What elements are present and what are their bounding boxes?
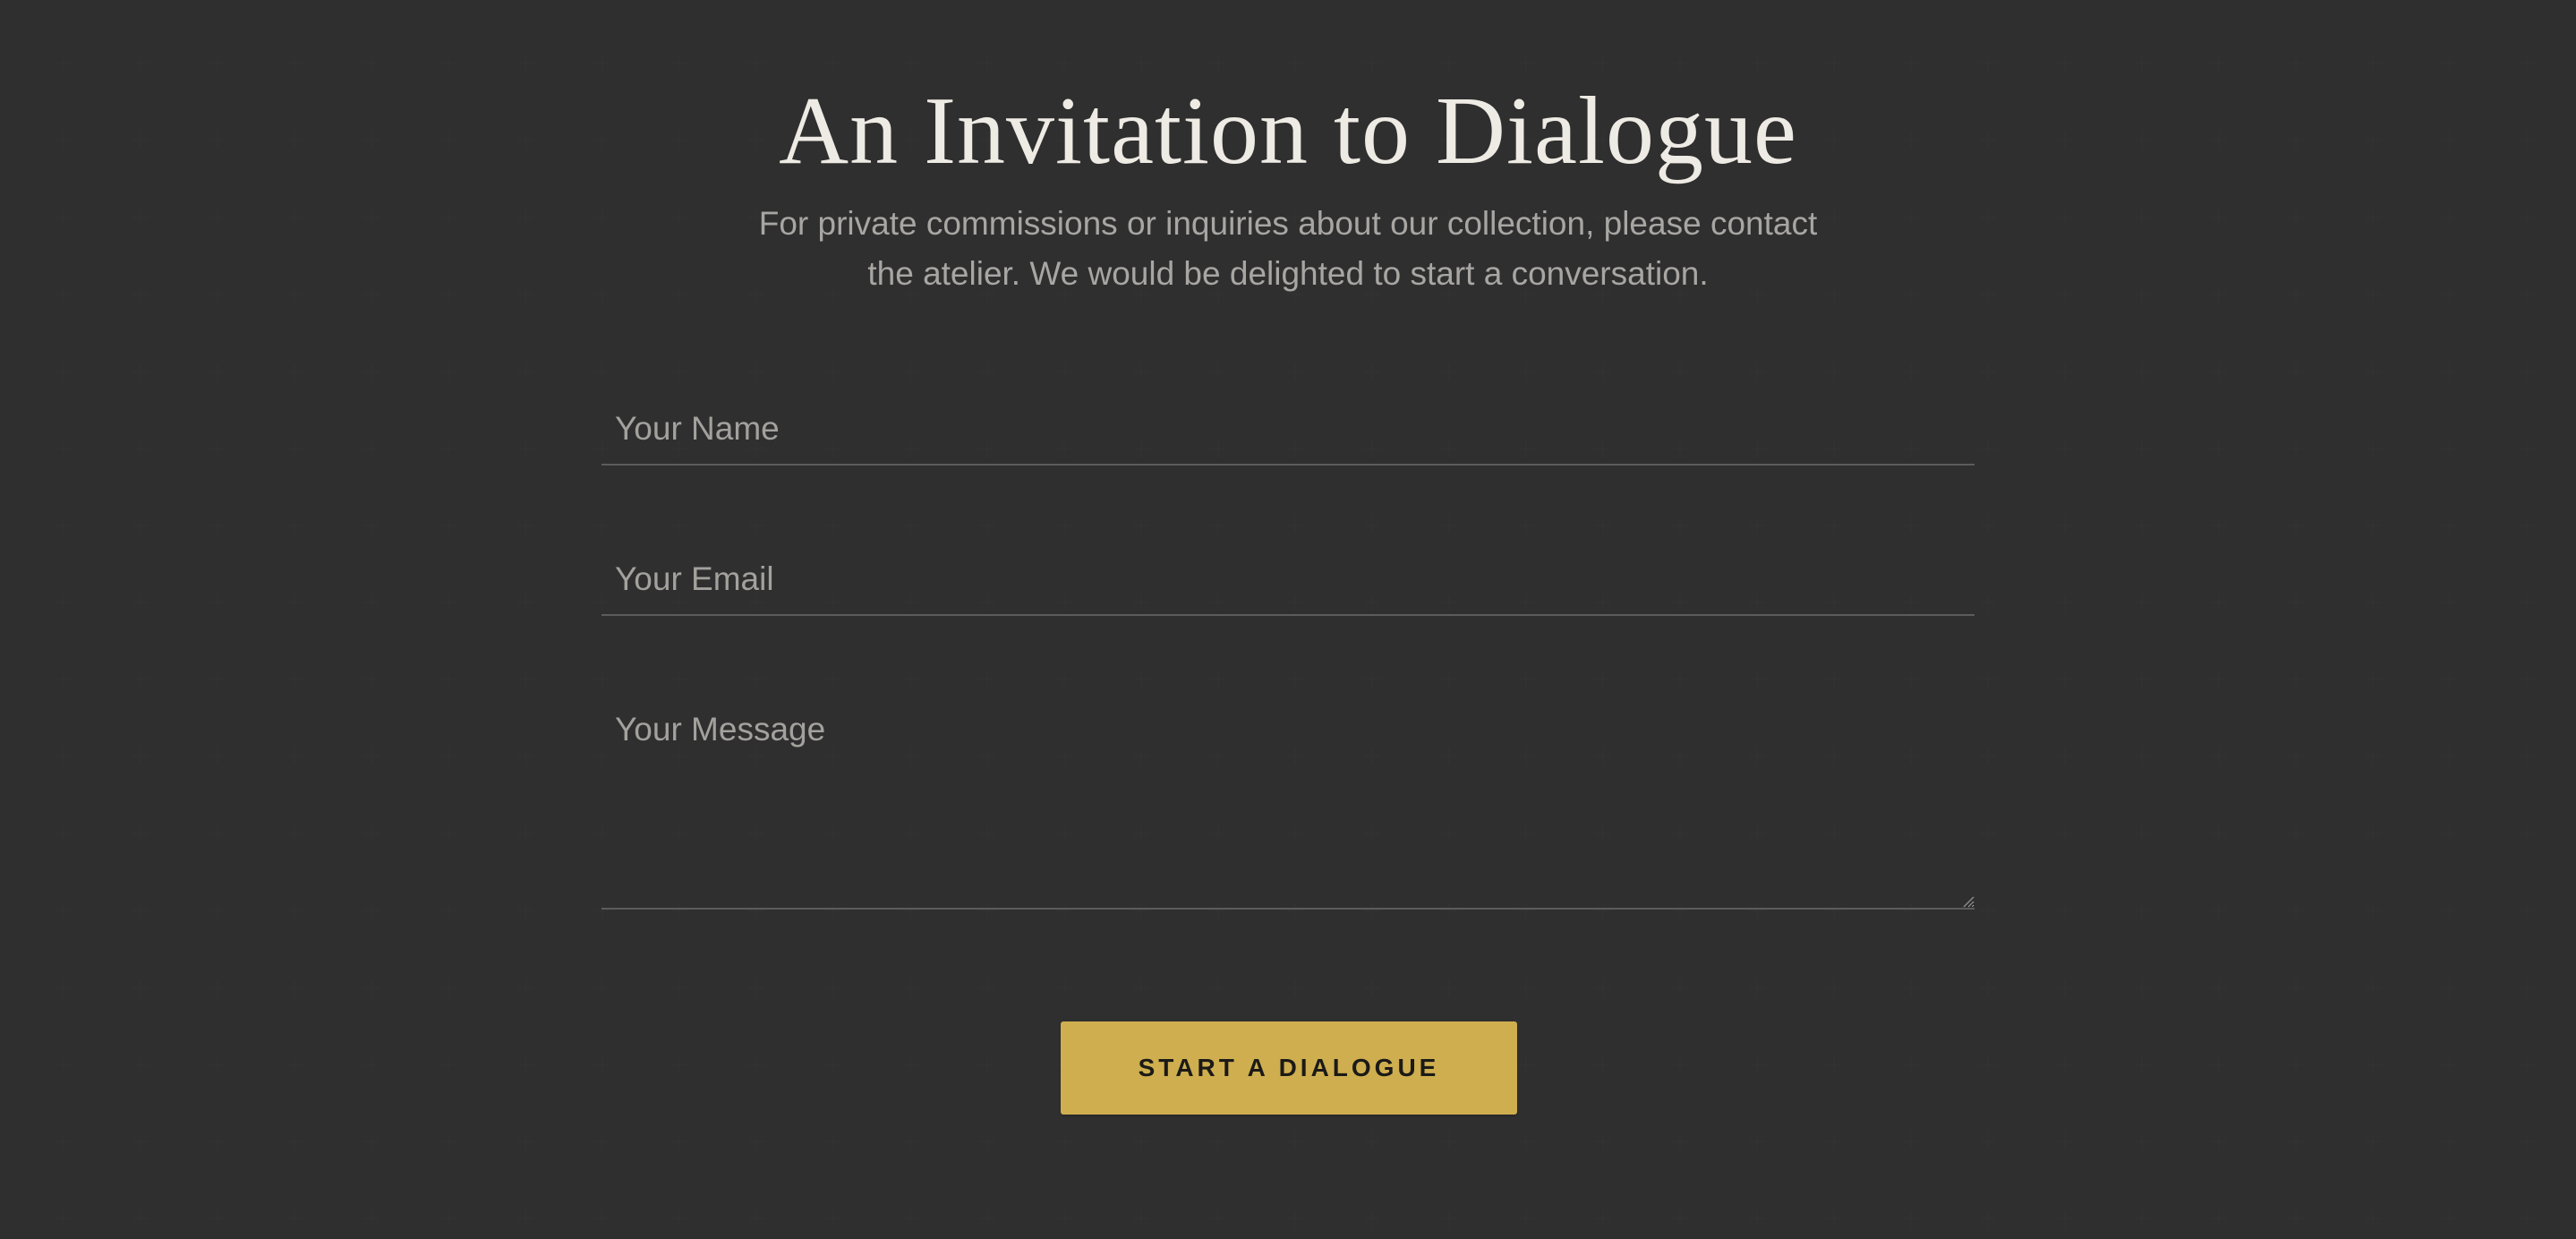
email-input[interactable] xyxy=(601,544,1975,616)
section-subtitle: For private commissions or inquiries abo… xyxy=(758,205,1818,292)
section-title: An Invitation to Dialogue xyxy=(779,78,1797,184)
contact-section: An Invitation to Dialogue For private co… xyxy=(0,0,2576,1239)
textarea-resize-icon[interactable] xyxy=(1962,895,1975,908)
name-input[interactable] xyxy=(601,394,1975,466)
start-dialogue-button[interactable]: Start a Dialogue xyxy=(1061,1021,1517,1115)
message-textarea[interactable] xyxy=(601,698,1975,910)
